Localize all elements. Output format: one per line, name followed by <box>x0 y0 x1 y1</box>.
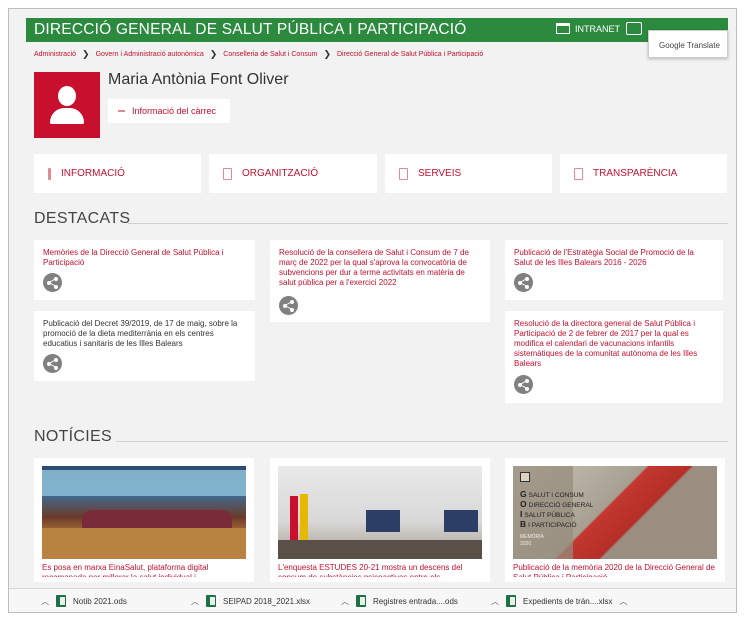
tab-organitzacio[interactable]: ORGANITZACIÓ <box>209 154 377 193</box>
network-icon <box>556 23 570 34</box>
chevron-up-icon[interactable]: ︿ <box>41 596 49 607</box>
news-card[interactable]: G SALUT I CONSUM O DIRECCIÓ GENERAL I SALUT… <box>505 458 725 582</box>
news-photo[interactable] <box>278 466 482 559</box>
news-photo[interactable] <box>42 466 246 559</box>
spreadsheet-icon <box>506 595 516 607</box>
news-headline[interactable]: Es posa en marxa EinaSalut, plataforma d… <box>42 563 246 577</box>
avatar <box>34 72 100 138</box>
download-item[interactable]: ︿ SEIPAD 2018_2021.xlsx <box>191 594 310 608</box>
highlight-card[interactable]: Resolució de la consellera de Salut i Co… <box>270 240 490 322</box>
news-headline[interactable]: Publicació de la memòria 2020 de la Dire… <box>513 563 717 577</box>
report-cover-text: G SALUT I CONSUM O DIRECCIÓ GENERAL I SALUT… <box>520 489 594 529</box>
section-heading-noticies: NOTÍCIES <box>34 428 112 445</box>
news-card[interactable]: Es posa en marxa EinaSalut, plataforma d… <box>34 458 254 582</box>
org-chart-icon <box>223 167 232 180</box>
highlight-link[interactable]: Publicació de l'Estratègia Social de Pro… <box>514 248 714 268</box>
download-filename: Registres entrada....ods <box>373 596 458 606</box>
tab-label: SERVEIS <box>418 168 462 179</box>
chevron-right-icon: ❯ <box>82 49 90 59</box>
share-icon[interactable] <box>514 375 533 394</box>
tab-label: ORGANITZACIÓ <box>242 168 319 179</box>
spreadsheet-icon <box>356 595 366 607</box>
breadcrumb-item[interactable]: Govern i Administració autonòmica <box>96 51 204 58</box>
government-logo-icon <box>520 472 530 482</box>
share-icon[interactable] <box>43 354 62 373</box>
info-icon <box>48 167 51 180</box>
site-header: DIRECCIÓ GENERAL DE SALUT PÚBLICA I PART… <box>26 18 728 42</box>
highlight-card[interactable]: Resolució de la directora general de Sal… <box>505 311 723 403</box>
chevron-up-icon[interactable]: ︿ <box>491 596 499 607</box>
folder-icon[interactable] <box>626 22 642 35</box>
divider <box>116 441 728 442</box>
chevron-up-icon[interactable]: ︿ <box>341 596 349 607</box>
services-icon <box>399 167 408 180</box>
share-icon[interactable] <box>43 273 62 292</box>
news-headline[interactable]: L'enquesta ESTUDES 20-21 mostra un desce… <box>278 563 482 577</box>
tab-label: TRANSPARÈNCIA <box>593 168 678 179</box>
divider <box>128 223 728 224</box>
tab-label: INFORMACIÓ <box>61 168 125 179</box>
news-photo[interactable]: G SALUT I CONSUM O DIRECCIÓ GENERAL I SALUT… <box>513 466 717 559</box>
breadcrumb-item[interactable]: Direcció General de Salut Pública i Part… <box>337 51 483 58</box>
spreadsheet-icon <box>56 595 66 607</box>
site-title[interactable]: DIRECCIÓ GENERAL DE SALUT PÚBLICA I PART… <box>34 21 467 39</box>
download-filename: Notib 2021.ods <box>73 596 127 606</box>
section-heading-destacats: DESTACATS <box>34 210 131 227</box>
document-icon <box>574 167 583 180</box>
chevron-up-icon[interactable]: ︿ <box>619 596 627 607</box>
intranet-label: INTRANET <box>575 23 620 34</box>
breadcrumb-item[interactable]: Administració <box>34 51 76 58</box>
highlight-link[interactable]: Resolució de la directora general de Sal… <box>514 319 714 369</box>
google-translate-popup[interactable]: Google Translate <box>648 30 728 58</box>
share-icon[interactable] <box>514 273 533 292</box>
chevron-right-icon: ❯ <box>209 49 218 59</box>
highlight-link[interactable]: Memòries de la Direcció General de Salut… <box>43 248 246 268</box>
highlight-link[interactable]: Resolució de la consellera de Salut i Co… <box>279 248 481 288</box>
position-info-label: Informació del càrrec <box>132 106 217 116</box>
breadcrumb-item[interactable]: Conselleria de Salut i Consum <box>223 51 317 58</box>
chevron-right-icon: ❯ <box>323 49 331 59</box>
intranet-link[interactable]: INTRANET <box>556 23 620 34</box>
news-card[interactable]: L'enquesta ESTUDES 20-21 mostra un desce… <box>270 458 490 582</box>
spreadsheet-icon <box>206 595 216 607</box>
highlight-card[interactable]: Publicació de l'Estratègia Social de Pro… <box>505 240 723 300</box>
position-info-button[interactable]: Informació del càrrec <box>108 99 230 123</box>
download-filename: Expedients de trán....xlsx <box>523 596 613 606</box>
person-name: Maria Antònia Font Oliver <box>108 71 289 88</box>
download-item[interactable]: ︿ Expedients de trán....xlsx ︿ <box>491 594 627 608</box>
download-item[interactable]: ︿ Notib 2021.ods <box>41 594 127 608</box>
download-item[interactable]: ︿ Registres entrada....ods <box>341 594 458 608</box>
downloads-bar: ︿ Notib 2021.ods ︿ SEIPAD 2018_2021.xlsx… <box>9 588 736 612</box>
tab-informacio[interactable]: INFORMACIÓ <box>34 154 201 193</box>
tab-transparencia[interactable]: TRANSPARÈNCIA <box>560 154 727 193</box>
chevron-up-icon[interactable]: ︿ <box>191 596 199 607</box>
highlight-card[interactable]: Publicació del Decret 39/2019, de 17 de … <box>34 311 255 381</box>
dash-icon <box>118 110 125 112</box>
download-filename: SEIPAD 2018_2021.xlsx <box>223 596 311 606</box>
highlight-card[interactable]: Memòries de la Direcció General de Salut… <box>34 240 255 300</box>
share-icon[interactable] <box>279 296 298 315</box>
tab-serveis[interactable]: SERVEIS <box>385 154 552 193</box>
user-icon <box>58 86 76 106</box>
highlight-link[interactable]: Publicació del Decret 39/2019, de 17 de … <box>43 319 246 349</box>
breadcrumb: Administració ❯ Govern i Administració a… <box>34 49 483 60</box>
